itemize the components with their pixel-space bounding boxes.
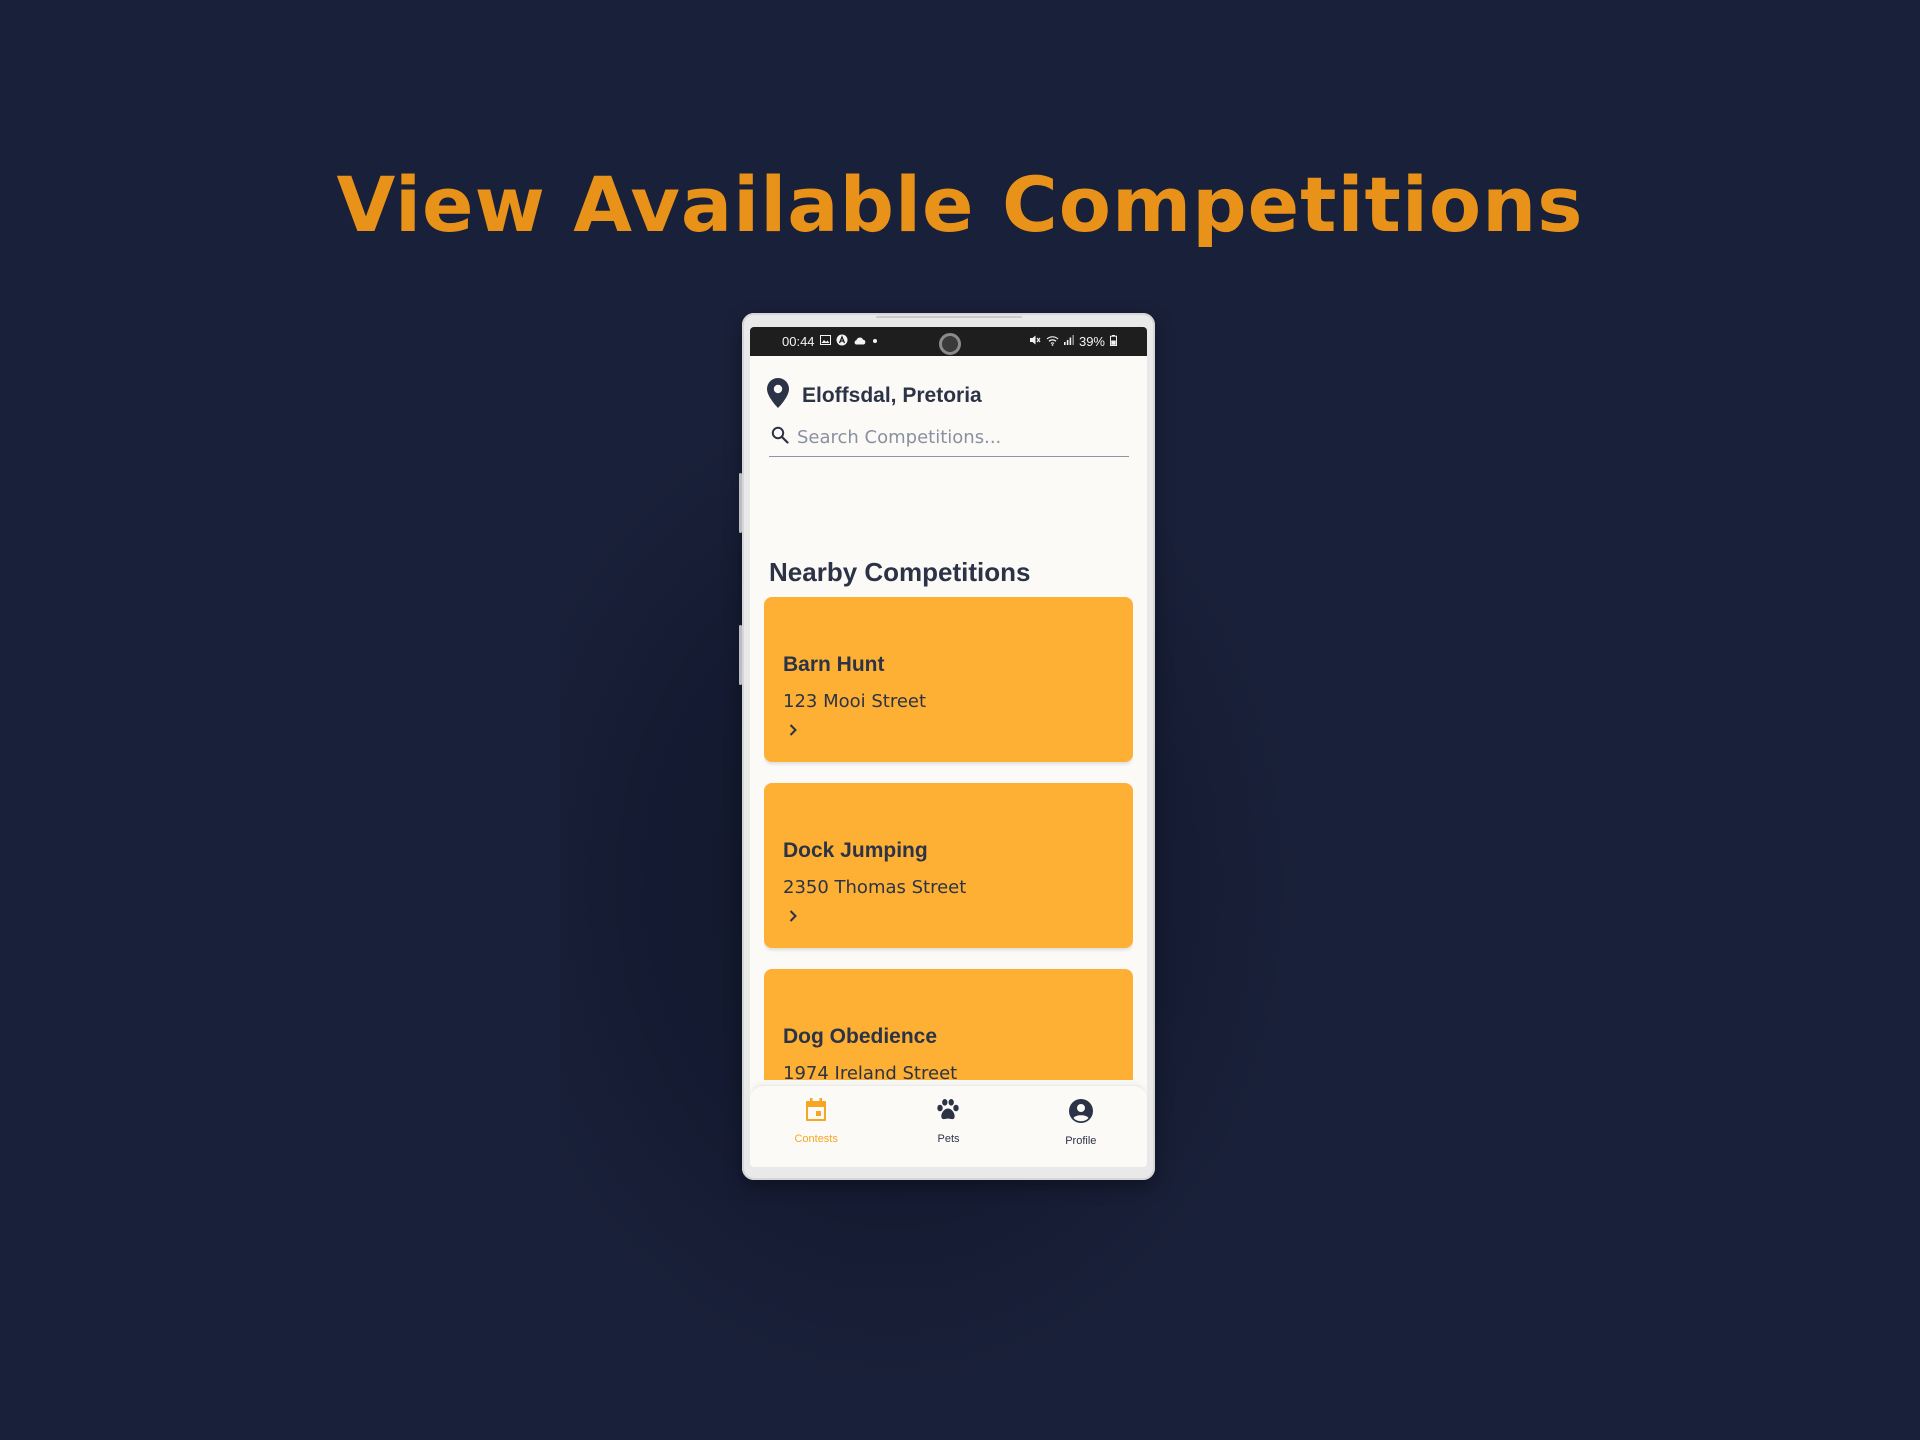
status-time: 00:44: [782, 334, 815, 349]
phone-mockup: 00:44 39% Eloffsdal, Pretoria Search Com…: [739, 313, 1155, 1180]
competition-address: 2350 Thomas Street: [783, 877, 967, 898]
competition-card-barn-hunt[interactable]: Barn Hunt 123 Mooi Street: [764, 597, 1133, 762]
phone-top-edge: [876, 316, 1022, 318]
battery-percent: 39%: [1078, 334, 1105, 349]
a-badge-icon: [836, 334, 848, 349]
headline: View Available Competitions: [336, 160, 1584, 249]
mute-icon: [1029, 334, 1041, 349]
battery-icon: [1110, 334, 1117, 349]
status-left: 00:44: [782, 334, 879, 349]
search-bar[interactable]: [769, 419, 1129, 457]
competition-name: Dog Obedience: [783, 1025, 938, 1048]
section-title: Nearby Competitions: [769, 557, 1031, 587]
nav-item-profile[interactable]: Profile: [1015, 1086, 1147, 1167]
volume-button: [739, 473, 742, 533]
nav-item-contests[interactable]: Contests: [750, 1086, 882, 1167]
front-camera: [939, 333, 961, 355]
competition-address: 123 Mooi Street: [783, 691, 927, 712]
search-input[interactable]: [797, 427, 1117, 448]
nav-item-pets[interactable]: Pets: [882, 1086, 1014, 1167]
nav-label-contests: Contests: [794, 1133, 838, 1145]
competition-name: Barn Hunt: [783, 653, 885, 676]
chevron-right-icon[interactable]: [788, 909, 798, 928]
wifi-icon: [1046, 335, 1059, 349]
location-pin-icon: [766, 377, 790, 414]
paw-icon: [935, 1098, 961, 1127]
competition-card-dock-jumping[interactable]: Dock Jumping 2350 Thomas Street: [764, 783, 1133, 948]
location-label: Eloffsdal, Pretoria: [802, 383, 982, 407]
chevron-right-icon[interactable]: [788, 723, 798, 742]
nav-label-profile: Profile: [1065, 1135, 1097, 1147]
signal-icon: [1063, 335, 1074, 348]
status-right: 39%: [1029, 334, 1117, 349]
presentation-stage: View Available Competitions 00:44 39% El…: [0, 0, 1920, 1440]
competition-card-dog-obedience[interactable]: Dog Obedience 1974 Ireland Street: [764, 969, 1133, 1080]
image-icon: [819, 335, 831, 348]
competition-list: Barn Hunt 123 Mooi Street Dock Jumping 2…: [764, 597, 1133, 1080]
nav-label-pets: Pets: [937, 1133, 960, 1145]
location-header[interactable]: Eloffsdal, Pretoria: [766, 377, 982, 414]
dot-icon: [871, 336, 879, 348]
account-circle-icon: [1068, 1098, 1094, 1129]
calendar-icon: [805, 1098, 827, 1127]
phone-screen: 00:44 39% Eloffsdal, Pretoria Search Com…: [750, 327, 1147, 1167]
search-icon: [771, 426, 789, 449]
power-button: [739, 625, 742, 685]
cloud-icon: [853, 336, 866, 348]
competition-address: 1974 Ireland Street: [783, 1063, 958, 1080]
bottom-navigation: Contests Pets Profile: [750, 1085, 1147, 1167]
competition-name: Dock Jumping: [783, 839, 928, 862]
